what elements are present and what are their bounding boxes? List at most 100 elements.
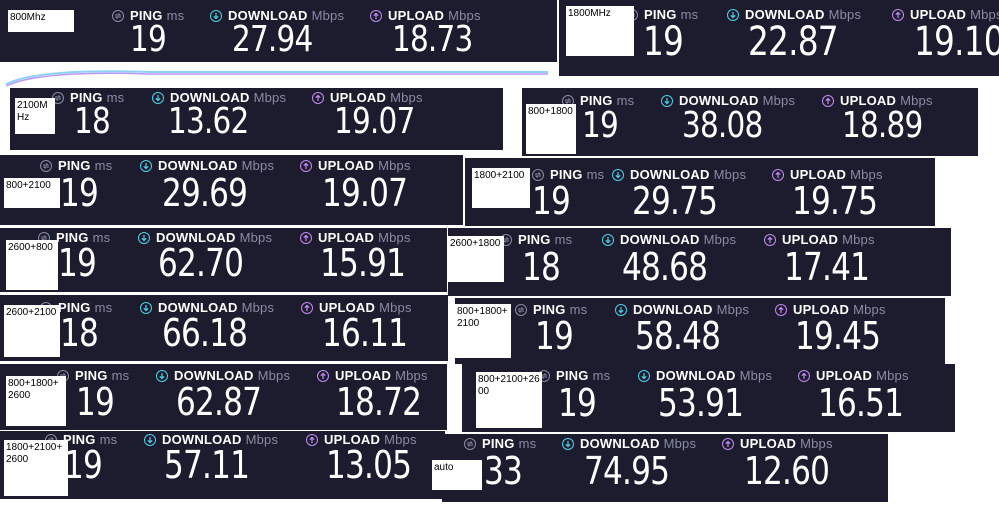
download-unit: Mbps: [311, 8, 345, 23]
upload-value: 17.41: [784, 245, 870, 289]
upload-value: 16.11: [322, 311, 408, 355]
upload-icon: [370, 9, 382, 22]
upload-value: 16.51: [818, 381, 904, 425]
ping-icon: [464, 437, 476, 450]
download-unit: Mbps: [703, 232, 737, 247]
upload-icon: [772, 168, 784, 181]
download-icon: [138, 231, 150, 244]
upload-value: 19.45: [795, 314, 881, 358]
band-label: 800+1800+2600: [6, 376, 66, 426]
upload-value: 12.60: [744, 449, 830, 493]
ping-value: 18: [60, 311, 99, 355]
ping-value: 19: [643, 19, 684, 65]
upload-value: 19.07: [322, 171, 408, 215]
download-value: 29.69: [162, 171, 248, 215]
band-label: auto: [432, 460, 482, 490]
download-unit: Mbps: [257, 368, 291, 383]
download-icon: [156, 369, 168, 382]
ping-unit: ms: [99, 432, 118, 447]
ping-icon: [112, 9, 124, 22]
band-label: 2100MHz: [15, 98, 55, 134]
band-label: 2600+1800: [448, 236, 504, 282]
upload-icon: [892, 8, 904, 21]
download-unit: Mbps: [253, 90, 287, 105]
download-icon: [727, 8, 739, 21]
download-icon: [140, 159, 152, 172]
ping-unit: ms: [616, 93, 635, 108]
band-label: 1800+2100: [472, 168, 530, 208]
upload-icon: [317, 369, 329, 382]
download-value: 53.91: [658, 381, 744, 425]
download-value: 66.18: [162, 311, 248, 355]
band-label: 800+1800: [526, 104, 576, 154]
ping-value: 19: [532, 179, 571, 223]
ping-unit: ms: [680, 7, 699, 22]
download-value: 58.48: [635, 314, 721, 358]
download-value: 62.70: [158, 241, 244, 285]
upload-icon: [764, 233, 776, 246]
ping-unit: ms: [586, 167, 605, 182]
upload-value: 18.73: [392, 19, 473, 60]
download-value: 29.75: [632, 179, 718, 223]
band-label: 800+2100: [4, 178, 60, 208]
ping-unit: ms: [111, 368, 130, 383]
progress-arc-decoration: [5, 70, 548, 87]
ping-icon: [40, 159, 52, 172]
download-value: 57.11: [164, 443, 250, 487]
upload-icon: [722, 437, 734, 450]
download-unit: Mbps: [713, 167, 747, 182]
upload-value: 19.10: [914, 19, 999, 65]
upload-icon: [300, 231, 312, 244]
ping-value: 19: [64, 443, 103, 487]
download-icon: [615, 303, 627, 316]
band-label: 800+2100+2600: [476, 372, 542, 428]
download-unit: Mbps: [739, 368, 773, 383]
download-value: 13.62: [168, 101, 249, 142]
upload-icon: [306, 433, 318, 446]
band-label: 800Mhz: [8, 10, 74, 32]
ping-unit: ms: [166, 8, 185, 23]
band-label: 1800+2100+2600: [4, 440, 68, 496]
download-unit: Mbps: [239, 230, 273, 245]
ping-value: 19: [76, 380, 115, 424]
upload-value: 19.07: [334, 101, 415, 142]
download-icon: [661, 94, 673, 107]
download-value: 48.68: [622, 245, 708, 289]
download-value: 22.87: [748, 19, 839, 65]
upload-icon: [301, 301, 313, 314]
download-icon: [144, 433, 156, 446]
ping-value: 19: [60, 171, 99, 215]
ping-value: 33: [484, 449, 523, 493]
ping-icon: [515, 303, 527, 316]
download-value: 62.87: [176, 380, 262, 424]
ping-value: 19: [535, 314, 574, 358]
download-unit: Mbps: [245, 432, 279, 447]
upload-icon: [312, 91, 324, 104]
upload-value: 18.72: [336, 380, 422, 424]
upload-icon: [775, 303, 787, 316]
ping-value: 18: [74, 101, 111, 142]
ping-value: 18: [522, 245, 561, 289]
upload-value: 15.91: [320, 241, 406, 285]
download-icon: [562, 437, 574, 450]
download-value: 74.95: [584, 449, 670, 493]
ping-value: 19: [130, 19, 167, 60]
band-label: 2600+2100: [4, 305, 60, 357]
upload-icon: [798, 369, 810, 382]
ping-value: 19: [58, 241, 97, 285]
download-icon: [210, 9, 222, 22]
ping-value: 19: [558, 381, 597, 425]
download-value: 27.94: [232, 19, 313, 60]
download-unit: Mbps: [762, 93, 796, 108]
download-icon: [602, 233, 614, 246]
download-value: 38.08: [682, 105, 763, 146]
band-label: 800+1800+2100: [455, 304, 511, 358]
upload-value: 18.89: [842, 105, 923, 146]
download-icon: [152, 91, 164, 104]
download-icon: [140, 301, 152, 314]
upload-value: 13.05: [326, 443, 412, 487]
band-label: 2600+800: [6, 240, 58, 290]
upload-icon: [300, 159, 312, 172]
upload-value: 19.75: [792, 179, 878, 223]
upload-icon: [822, 94, 834, 107]
